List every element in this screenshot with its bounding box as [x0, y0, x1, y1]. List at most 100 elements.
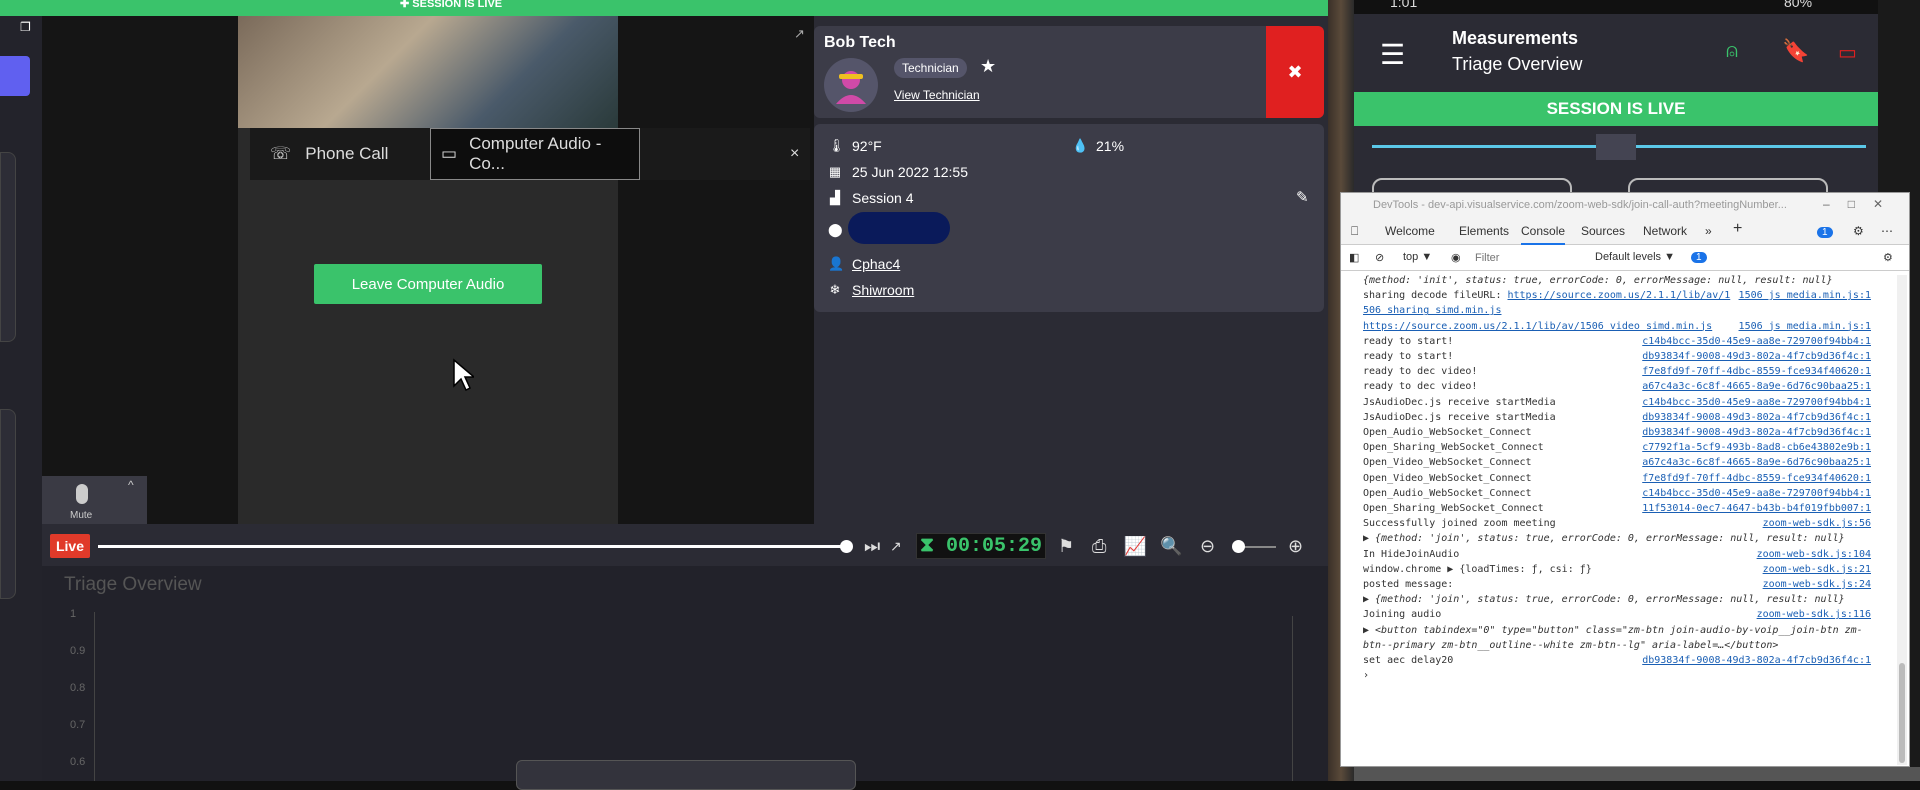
console-line: sharing decode fileURL: https://source.z… [1363, 288, 1871, 304]
phone-slider-handle[interactable] [1596, 134, 1636, 160]
console-source-link[interactable]: 11f53014-0ec7-4647-b43b-b4f019fbb007:1 [1642, 501, 1871, 517]
broadcast-icon[interactable]: ⍝ [1726, 40, 1738, 63]
y-tick: 0.7 [70, 719, 86, 731]
console-scroll-thumb[interactable] [1899, 663, 1905, 763]
live-badge[interactable]: Live [50, 534, 90, 558]
console-source-link[interactable]: 1506 js media.min.js:1 [1739, 319, 1871, 335]
filter-input[interactable] [1475, 249, 1587, 267]
rail-panel-lower[interactable] [0, 409, 16, 599]
tab-welcome[interactable]: Welcome [1385, 224, 1435, 238]
tab-elements[interactable]: Elements [1459, 224, 1509, 238]
window-controls-icon[interactable]: –□✕ [1823, 197, 1901, 211]
phone-call-tab[interactable]: ☏ Phone Call [270, 128, 388, 180]
console-message: posted message: [1363, 579, 1454, 590]
console-message: Open_Video_WebSocket_Connect [1363, 472, 1532, 484]
clear-console-icon[interactable]: ⊘ [1375, 251, 1384, 264]
device-link[interactable]: Cphac4 [852, 256, 900, 272]
tab-network[interactable]: Network [1643, 224, 1687, 238]
toolbar-issues-badge[interactable]: 1 [1691, 251, 1707, 263]
device-toolbar-icon[interactable]: ⎕ [1351, 224, 1358, 239]
star-icon[interactable]: ★ [980, 56, 996, 77]
video-camera-icon[interactable]: ▭ [1838, 40, 1857, 65]
user-icon: 👤 [828, 256, 845, 271]
console-source-link[interactable]: a67c4a3c-6c8f-4665-8a9e-6d76c90baa25:1 [1642, 455, 1871, 471]
chevron-up-icon[interactable]: ^ [128, 478, 134, 492]
console-source-link[interactable]: 1506 js media.min.js:1 [1739, 288, 1871, 304]
console-line: window.chrome ▶ {loadTimes: ƒ, csi: ƒ} zo… [1363, 562, 1871, 578]
session-value: Session 4 [852, 190, 914, 206]
gear-icon[interactable]: ⚙ [1853, 224, 1864, 238]
room-link[interactable]: Shiwroom [852, 282, 914, 298]
console-source-link[interactable]: db93834f-9008-49d3-802a-4f7cb9d36f4c:1 [1642, 653, 1871, 669]
eye-icon[interactable]: ◉ [1451, 251, 1461, 264]
datetime-value: 25 Jun 2022 12:55 [852, 164, 968, 180]
console-source-link[interactable]: zoom-web-sdk.js:21 [1763, 562, 1871, 578]
end-video-button[interactable]: ✖ [1266, 26, 1324, 118]
computer-audio-tab[interactable]: ▭ Computer Audio - Co... [430, 128, 640, 180]
rail-active-tab[interactable] [0, 56, 30, 96]
view-technician-link[interactable]: View Technician [894, 88, 980, 102]
console-source-link[interactable]: c7792f1a-5cf9-493b-8ad8-cb6e43802e9b:1 [1642, 440, 1871, 456]
print-icon[interactable]: ⎙ [1092, 536, 1106, 557]
audio-options-bar: ☏ Phone Call ▭ Computer Audio - Co... × [250, 128, 810, 180]
tab-sources[interactable]: Sources [1581, 224, 1625, 238]
console-line: In HideJoinAudio zoom-web-sdk.js:104 [1363, 547, 1871, 563]
search-chart-icon[interactable]: 🔍 [1160, 536, 1182, 557]
console-log: {method: 'init', status: true, errorCode… [1341, 271, 1901, 765]
console-source-link[interactable]: zoom-web-sdk.js:116 [1757, 607, 1871, 623]
trend-chart-icon[interactable]: 📈 [1124, 536, 1147, 557]
window-restore-icon[interactable]: ❐ [20, 20, 31, 34]
console-source-link[interactable]: zoom-web-sdk.js:56 [1763, 516, 1871, 532]
console-source-link[interactable]: zoom-web-sdk.js:24 [1763, 577, 1871, 593]
console-message: ready to start! [1363, 351, 1454, 362]
timeline-track[interactable] [98, 545, 846, 548]
leave-computer-audio-button[interactable]: Leave Computer Audio [314, 264, 542, 304]
console-source-link[interactable]: c14b4bcc-35d0-45e9-aa8e-729700f94bb4:1 [1642, 334, 1871, 350]
console-source-link[interactable]: db93834f-9008-49d3-802a-4f7cb9d36f4c:1 [1642, 425, 1871, 441]
console-message: sharing decode fileURL: [1363, 290, 1508, 302]
console-source-link[interactable]: zoom-web-sdk.js:104 [1757, 547, 1871, 563]
add-marker-icon[interactable]: ⚑ [1058, 536, 1074, 557]
context-select[interactable]: top ▼ [1403, 251, 1432, 263]
timeline-handle[interactable] [840, 540, 853, 553]
close-icon[interactable]: × [790, 128, 799, 180]
issues-badge[interactable]: 1 [1817, 224, 1833, 238]
right-axis [1292, 616, 1293, 781]
console-settings-icon[interactable]: ⚙ [1883, 251, 1893, 264]
zoom-slider-handle[interactable] [1232, 540, 1245, 553]
edit-icon[interactable]: ✎ [1296, 188, 1309, 206]
console-source-link[interactable]: f7e8fd9f-70ff-4dbc-8559-fce934f40620:1 [1642, 471, 1871, 487]
phone-call-label: Phone Call [305, 144, 389, 163]
rail-panel-upper[interactable] [0, 152, 16, 342]
console-line: JsAudioDec.js receive startMedia db93834f… [1363, 410, 1871, 426]
more-options-icon[interactable]: ⋯ [1881, 224, 1893, 238]
skip-to-end-icon[interactable]: ⏭ [864, 536, 880, 557]
sidebar-toggle-icon[interactable]: ◧ [1349, 251, 1359, 264]
console-source-link[interactable]: c14b4bcc-35d0-45e9-aa8e-729700f94bb4:1 [1642, 486, 1871, 502]
zoom-out-icon[interactable]: ⊖ [1200, 536, 1215, 557]
console-source-link[interactable]: db93834f-9008-49d3-802a-4f7cb9d36f4c:1 [1642, 410, 1871, 426]
console-source-link[interactable]: a67c4a3c-6c8f-4665-8a9e-6d76c90baa25:1 [1642, 379, 1871, 395]
console-url-link[interactable]: https://source.zoom.us/2.1.1/lib/av/1506… [1363, 321, 1712, 332]
hamburger-menu-icon[interactable]: ☰ [1380, 38, 1405, 71]
console-url-link[interactable]: 506 sharing simd.min.js [1363, 305, 1501, 316]
bottom-panel-tab[interactable] [516, 760, 856, 790]
console-line: ready to dec video! a67c4a3c-6c8f-4665-8a… [1363, 379, 1871, 395]
video-off-icon: ✖ [1287, 61, 1303, 82]
console-source-link[interactable]: f7e8fd9f-70ff-4dbc-8559-fce934f40620:1 [1642, 364, 1871, 380]
popout-icon[interactable]: ↗ [794, 26, 805, 42]
bookmark-icon[interactable]: 🔖 [1782, 38, 1809, 64]
mute-control[interactable]: Mute ^ [42, 476, 147, 524]
console-source-link[interactable]: c14b4bcc-35d0-45e9-aa8e-729700f94bb4:1 [1642, 395, 1871, 411]
zoom-in-icon[interactable]: ⊕ [1288, 536, 1303, 557]
devtools-title: DevTools - dev-api.visualservice.com/zoo… [1373, 199, 1787, 211]
tab-console[interactable]: Console [1521, 224, 1566, 245]
log-levels-select[interactable]: Default levels ▼ [1595, 251, 1675, 263]
console-url-link[interactable]: https://source.zoom.us/2.1.1/lib/av/1 [1508, 290, 1731, 301]
console-source-link[interactable]: db93834f-9008-49d3-802a-4f7cb9d36f4c:1 [1642, 349, 1871, 365]
zoom-track[interactable] [1240, 546, 1276, 548]
add-tab-icon[interactable]: + [1733, 220, 1742, 238]
temperature-value: 92°F [852, 138, 882, 154]
tab-more[interactable]: » [1705, 224, 1712, 238]
external-link-icon[interactable]: ↗ [890, 538, 902, 555]
